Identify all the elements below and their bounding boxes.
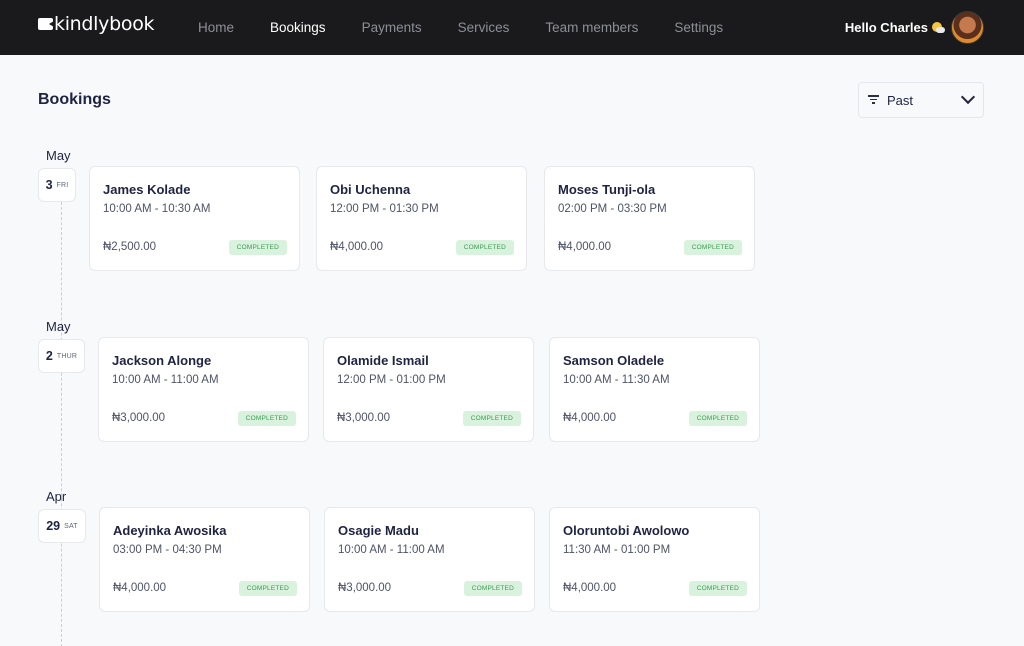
nav-item-payments[interactable]: Payments <box>362 20 422 35</box>
main-nav: Home Bookings Payments Services Team mem… <box>198 0 759 55</box>
greeting-text: Hello Charles <box>844 20 928 35</box>
booking-time: 10:00 AM - 10:30 AM <box>103 203 211 215</box>
date-badge: 3 FRI <box>38 168 76 202</box>
date-weekday: SAT <box>64 522 78 530</box>
top-nav-bar: kindlybook Home Bookings Payments Servic… <box>0 0 1024 55</box>
logo-text: kindlybook <box>54 13 155 35</box>
booking-price: ₦3,000.00 <box>337 412 391 424</box>
status-badge: COMPLETED <box>237 411 296 426</box>
timeline-line <box>61 202 62 646</box>
client-name: Osagie Madu <box>338 523 419 538</box>
booking-card[interactable]: Obi Uchenna 12:00 PM - 01:30 PM ₦4,000.0… <box>316 166 527 271</box>
date-badge: 2 THUR <box>38 339 85 373</box>
booking-card[interactable]: Oloruntobi Awolowo 11:30 AM - 01:00 PM ₦… <box>549 507 760 612</box>
kindlybook-logo[interactable]: kindlybook <box>38 13 155 35</box>
status-badge: COMPLETED <box>683 240 742 255</box>
nav-item-settings[interactable]: Settings <box>674 20 723 35</box>
month-label: Apr <box>46 489 67 504</box>
nav-item-services[interactable]: Services <box>458 20 510 35</box>
status-badge: COMPLETED <box>228 240 287 255</box>
status-badge: COMPLETED <box>462 411 521 426</box>
booking-card[interactable]: Moses Tunji-ola 02:00 PM - 03:30 PM ₦4,0… <box>544 166 755 271</box>
client-name: Jackson Alonge <box>112 353 212 368</box>
booking-time: 10:00 AM - 11:00 AM <box>112 374 219 386</box>
booking-card[interactable]: Adeyinka Awosika 03:00 PM - 04:30 PM ₦4,… <box>99 507 310 612</box>
date-badge: 29 SAT <box>38 509 86 543</box>
booking-card[interactable]: Olamide Ismail 12:00 PM - 01:00 PM ₦3,00… <box>323 337 534 442</box>
booking-time: 10:00 AM - 11:30 AM <box>563 374 670 386</box>
status-badge: COMPLETED <box>688 581 747 596</box>
booking-price: ₦4,000.00 <box>113 582 167 594</box>
chevron-down-icon <box>960 89 976 105</box>
status-badge: COMPLETED <box>238 581 297 596</box>
time-filter-dropdown[interactable]: Past <box>858 82 984 118</box>
booking-card[interactable]: Osagie Madu 10:00 AM - 11:00 AM ₦3,000.0… <box>324 507 535 612</box>
client-name: James Kolade <box>103 182 191 197</box>
nav-item-bookings[interactable]: Bookings <box>270 20 326 35</box>
booking-price: ₦4,000.00 <box>330 241 384 253</box>
booking-time: 10:00 AM - 11:00 AM <box>338 544 445 556</box>
date-weekday: THUR <box>56 352 78 360</box>
client-name: Moses Tunji-ola <box>558 182 656 197</box>
booking-time: 12:00 PM - 01:00 PM <box>337 374 446 386</box>
booking-time: 03:00 PM - 04:30 PM <box>113 544 222 556</box>
user-avatar[interactable] <box>951 11 984 44</box>
booking-time: 02:00 PM - 03:30 PM <box>558 203 667 215</box>
user-greeting: Hello Charles <box>845 11 984 44</box>
booking-price: ₦4,000.00 <box>563 412 617 424</box>
booking-time: 11:30 AM - 01:00 PM <box>563 544 671 556</box>
filter-icon <box>868 95 879 104</box>
status-badge: COMPLETED <box>688 411 747 426</box>
booking-price: ₦3,000.00 <box>338 582 392 594</box>
client-name: Obi Uchenna <box>330 182 411 197</box>
date-number: 29 <box>46 519 61 533</box>
date-weekday: FRI <box>56 181 69 189</box>
status-badge: COMPLETED <box>455 240 514 255</box>
booking-time: 12:00 PM - 01:30 PM <box>330 203 439 215</box>
client-name: Samson Oladele <box>563 353 665 368</box>
booking-price: ₦3,000.00 <box>112 412 166 424</box>
booking-card[interactable]: Samson Oladele 10:00 AM - 11:30 AM ₦4,00… <box>549 337 760 442</box>
booking-price: ₦2,500.00 <box>103 241 157 253</box>
month-label: May <box>46 148 71 163</box>
date-number: 3 <box>45 178 53 192</box>
booking-price: ₦4,000.00 <box>563 582 617 594</box>
booking-card[interactable]: Jackson Alonge 10:00 AM - 11:00 AM ₦3,00… <box>98 337 309 442</box>
nav-item-home[interactable]: Home <box>198 20 234 35</box>
sun-cloud-icon <box>932 21 945 34</box>
page-title: Bookings <box>38 91 111 108</box>
booking-card[interactable]: James Kolade 10:00 AM - 10:30 AM ₦2,500.… <box>89 166 300 271</box>
status-badge: COMPLETED <box>463 581 522 596</box>
nav-item-team-members[interactable]: Team members <box>545 20 638 35</box>
logo-mark-icon <box>38 18 54 30</box>
date-number: 2 <box>45 349 53 363</box>
booking-price: ₦4,000.00 <box>558 241 612 253</box>
filter-selected-value: Past <box>887 93 914 108</box>
client-name: Oloruntobi Awolowo <box>563 523 690 538</box>
month-label: May <box>46 319 71 334</box>
client-name: Olamide Ismail <box>337 353 429 368</box>
client-name: Adeyinka Awosika <box>113 523 227 538</box>
